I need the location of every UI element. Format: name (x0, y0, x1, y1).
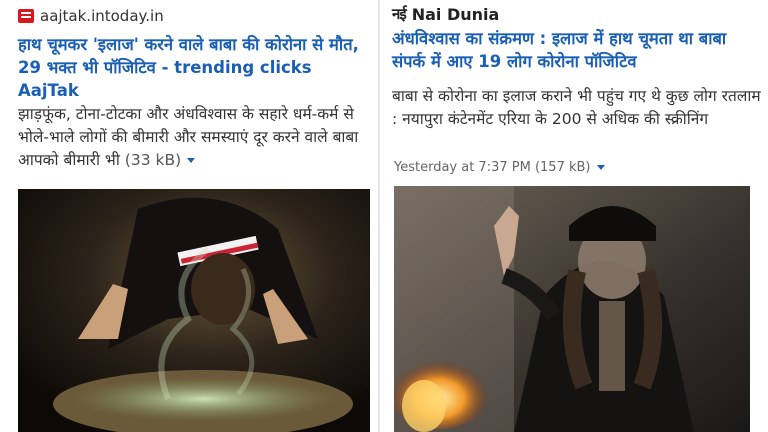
caret-down-icon[interactable] (187, 158, 196, 163)
preview-image[interactable] (394, 186, 750, 432)
attachment-size: (157 kB) (534, 160, 591, 175)
news-card-aajtak[interactable]: aajtak.intoday.in हाथ चूमकर 'इलाज' करने … (0, 0, 378, 432)
snippet: बाबा से कोरोना का इलाज कराने भी पहुंच गए… (392, 87, 761, 128)
news-card-naidunia[interactable]: नई Nai Dunia अंधविश्वास का संक्रमण : इला… (380, 0, 768, 432)
aajtak-logo-icon (18, 9, 34, 23)
snippet: झाड़फूंक, टोना-टोटका और अंधविश्वास के सह… (18, 103, 370, 172)
source-row: aajtak.intoday.in (18, 7, 164, 25)
preview-illustration (18, 189, 370, 432)
source-name: Nai Dunia (411, 4, 500, 24)
preview-image[interactable] (18, 189, 370, 432)
source-name: aajtak.intoday.in (40, 7, 164, 25)
headline-link[interactable]: अंधविश्वास का संक्रमण : इलाज में हाथ चूम… (392, 27, 762, 73)
meta-row: Yesterday at 7:37 PM (157 kB) (394, 160, 605, 175)
naidunia-logo-icon: नई (392, 5, 407, 23)
attachment-size: (33 kB) (124, 151, 182, 169)
timestamp: Yesterday at 7:37 PM (394, 160, 531, 175)
source-row: नई Nai Dunia (392, 4, 499, 24)
preview-illustration (394, 186, 750, 432)
headline-link[interactable]: हाथ चूमकर 'इलाज' करने वाले बाबा की कोरोन… (18, 33, 368, 102)
caret-down-icon[interactable] (596, 165, 605, 170)
